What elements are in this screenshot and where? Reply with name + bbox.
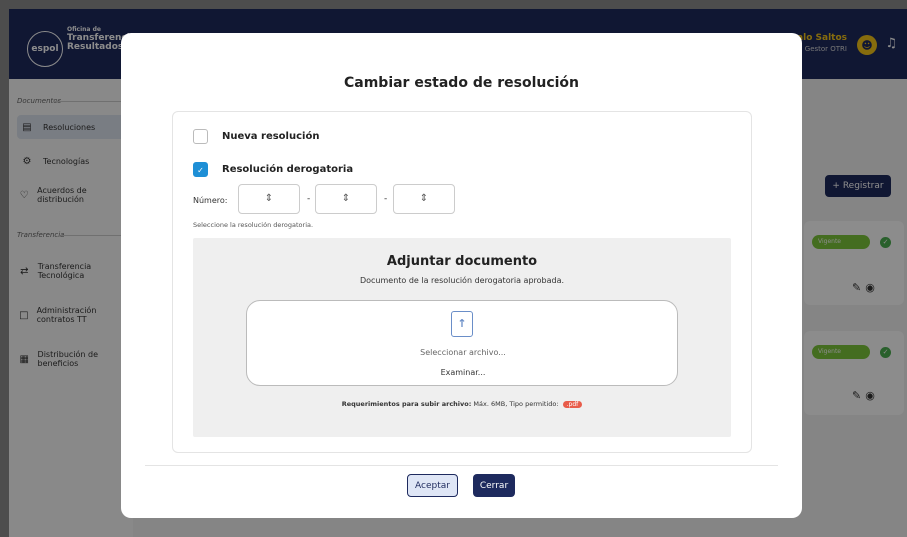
requirements-label: Requerimientos para subir archivo: — [341, 400, 472, 408]
attach-title: Adjuntar documento — [386, 254, 538, 269]
new-resolution-checkbox[interactable] — [193, 129, 208, 144]
option-derogatory-resolution[interactable]: ✓ Resolución derogatoria — [193, 162, 353, 177]
number-part-2-stepper[interactable]: ⇕ — [315, 184, 377, 214]
number-part-1-stepper[interactable]: ⇕ — [238, 184, 300, 214]
derogatory-resolution-checkbox[interactable]: ✓ — [193, 162, 208, 177]
file-drop-zone[interactable]: ↑ Seleccionar archivo... Examinar... — [246, 300, 678, 386]
requirements-text: Máx. 6MB, Tipo permitido: — [473, 400, 559, 408]
derogatory-resolution-label: Resolución derogatoria — [222, 164, 354, 175]
upload-icon: ↑ — [451, 311, 473, 337]
new-resolution-label: Nueva resolución — [222, 131, 320, 142]
close-button[interactable]: Cerrar — [473, 474, 515, 497]
change-status-modal: Cambiar estado de resolución Nueva resol… — [121, 33, 802, 518]
modal-form-panel: Nueva resolución ✓ Resolución derogatori… — [172, 111, 752, 453]
upload-requirements: Requerimientos para subir archivo: Máx. … — [193, 400, 731, 408]
pdf-type-tag: .pdf — [562, 401, 583, 408]
number-label: Número: — [193, 196, 228, 205]
modal-footer-divider — [145, 465, 778, 466]
option-new-resolution[interactable]: Nueva resolución — [193, 129, 319, 144]
modal-title: Cambiar estado de resolución — [343, 75, 580, 91]
accept-button[interactable]: Aceptar — [407, 474, 458, 497]
attach-document-section: Adjuntar documento Documento de la resol… — [193, 238, 731, 437]
number-separator: - — [307, 194, 311, 204]
derogatory-hint: Seleccione la resolución derogatoria. — [193, 221, 314, 229]
number-part-3-stepper[interactable]: ⇕ — [393, 184, 455, 214]
select-file-text: Seleccionar archivo... — [420, 348, 506, 357]
attach-subtitle: Documento de la resolución derogatoria a… — [359, 276, 565, 285]
browse-link[interactable]: Examinar... — [247, 368, 679, 377]
number-separator: - — [384, 194, 388, 204]
